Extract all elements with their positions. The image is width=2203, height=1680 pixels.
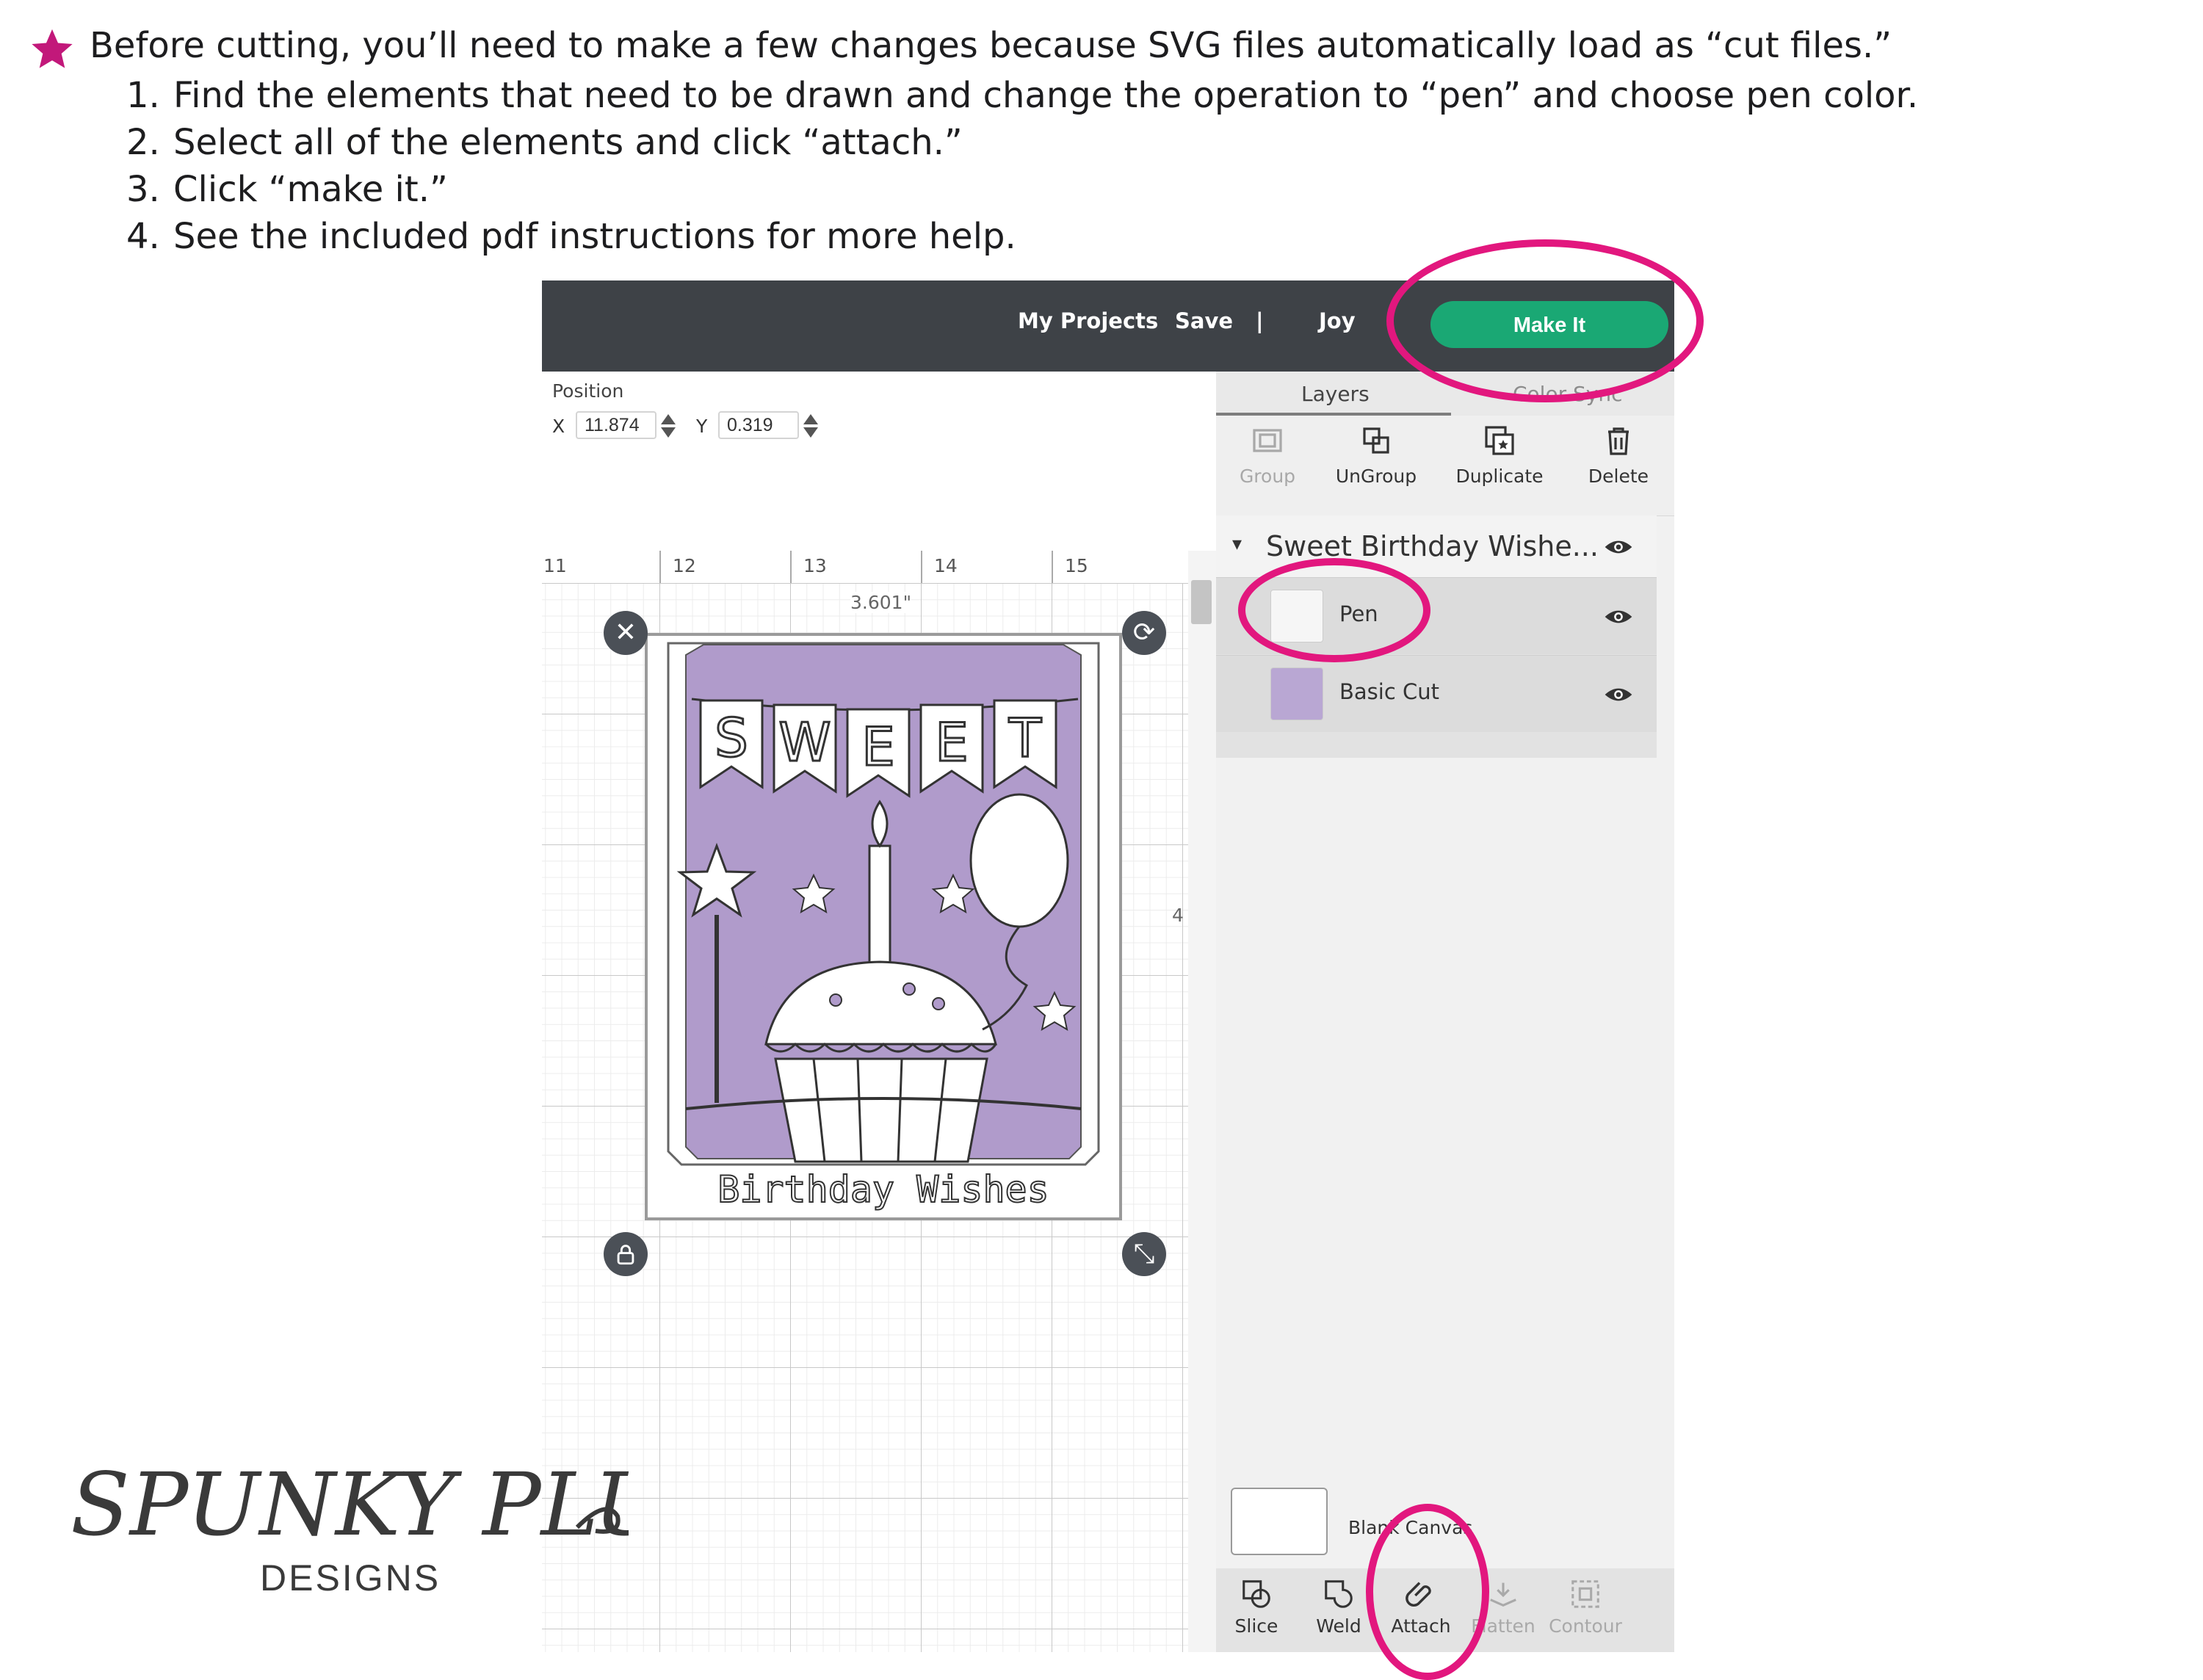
canvas-scrollbar[interactable] <box>1188 551 1216 1652</box>
ruler-major-tick <box>790 551 792 583</box>
step-text: Click “make it.” <box>173 169 448 210</box>
rotate-icon[interactable]: ⟳ <box>1122 611 1166 655</box>
ruler-major-tick <box>921 551 922 583</box>
make-it-highlight <box>1386 239 1704 402</box>
step-text: See the included pdf instructions for mo… <box>173 216 1016 257</box>
ungroup-button[interactable]: UnGroup <box>1325 423 1428 487</box>
my-projects-link[interactable]: My Projects <box>1018 308 1158 333</box>
layers-panel: Layers Color Sync Group UnGroup Duplicat… <box>1216 372 1674 1652</box>
y-stepper-icon[interactable] <box>802 413 820 439</box>
trash-icon <box>1608 427 1629 455</box>
duplicate-label: Duplicate <box>1455 466 1544 487</box>
step-number: 2. <box>126 122 160 163</box>
step-text: Find the elements that need to be drawn … <box>173 75 1919 116</box>
width-readout: 3.601" <box>850 592 912 613</box>
group-label: Group <box>1239 466 1296 487</box>
pen-layer-highlight <box>1238 558 1430 662</box>
flatten-icon <box>1490 1582 1516 1607</box>
duplicate-button[interactable]: Duplicate <box>1448 423 1551 487</box>
slice-icon <box>1242 1580 1270 1608</box>
ruler-tick-label: 13 <box>803 555 827 576</box>
delete-selection-icon[interactable]: ✕ <box>604 611 648 655</box>
group-name: Sweet Birthday Wishe... <box>1266 530 1599 562</box>
x-position-input[interactable] <box>576 411 656 439</box>
step-number: 3. <box>126 169 160 210</box>
ruler-tick-label: 15 <box>1065 555 1088 576</box>
logo-subtitle: DESIGNS <box>260 1557 441 1598</box>
canvas-pane: Position X Y 11 12 13 14 15 3.601" 4 <box>542 372 1216 1652</box>
x-stepper-icon[interactable] <box>659 413 677 439</box>
y-label: Y <box>696 416 708 437</box>
eye-icon[interactable] <box>1604 607 1633 626</box>
intro-text: Before cutting, you’ll need to make a fe… <box>90 25 1892 66</box>
step-item: 2. Select all of the elements and click “… <box>126 119 1918 166</box>
banner-letter: E <box>935 712 969 773</box>
contour-icon <box>1571 1580 1599 1608</box>
layer-thumbnail <box>1270 667 1323 720</box>
tab-layers[interactable]: Layers <box>1301 382 1370 406</box>
ruler-major-tick <box>1052 551 1053 583</box>
ruler-tick-label: 11 <box>543 555 567 576</box>
step-item: 3. Click “make it.” <box>126 166 1918 213</box>
y-position-input[interactable] <box>718 411 799 439</box>
weld-label: Weld <box>1316 1615 1361 1637</box>
delete-label: Delete <box>1588 466 1649 487</box>
eye-icon[interactable] <box>1604 685 1633 704</box>
step-item: 1. Find the elements that need to be draw… <box>126 72 1918 119</box>
height-readout: 4 <box>1172 905 1184 926</box>
x-label: X <box>552 416 565 437</box>
ruler-tick-label: 14 <box>934 555 958 576</box>
banner-letter: S <box>715 707 748 769</box>
banner-letter: W <box>778 712 831 773</box>
step-number: 4. <box>126 216 160 257</box>
resize-icon[interactable]: ⤡ <box>1122 1232 1166 1276</box>
step-number: 1. <box>126 75 160 116</box>
banner-letter: T <box>1008 707 1042 769</box>
layer-row-basic-cut[interactable]: Basic Cut <box>1216 655 1657 732</box>
group-icon <box>1253 429 1282 452</box>
logo-wordmark: SPUNKY PLUM <box>70 1454 758 1555</box>
logo-name: SPUNKY PLUM <box>70 1454 629 1555</box>
attach-highlight <box>1366 1504 1489 1680</box>
position-label: Position <box>552 380 624 402</box>
layer-name: Basic Cut <box>1339 679 1439 704</box>
slice-label: Slice <box>1234 1615 1278 1637</box>
contour-label: Contour <box>1549 1615 1622 1637</box>
slice-button[interactable]: Slice <box>1216 1577 1297 1637</box>
horizontal-ruler: 11 12 13 14 15 <box>542 551 1188 584</box>
birthday-card-design[interactable]: S W E E T Birthday Wishes <box>645 633 1122 1220</box>
step-text: Select all of the elements and click “at… <box>173 122 963 163</box>
duplicate-icon <box>1485 426 1514 455</box>
delete-button[interactable]: Delete <box>1567 423 1670 487</box>
weld-icon <box>1325 1580 1353 1608</box>
canvas-swatch[interactable] <box>1231 1488 1328 1555</box>
card-caption: Birthday Wishes <box>717 1168 1049 1211</box>
banner-letter: E <box>861 716 895 778</box>
ungroup-label: UnGroup <box>1335 466 1417 487</box>
lock-proportions-icon[interactable] <box>604 1232 648 1276</box>
layer-toolbar: Group UnGroup Duplicate Delete <box>1216 416 1674 516</box>
machine-selector[interactable]: Joy <box>1319 308 1356 333</box>
design-space-window: My Projects Save | Joy Make It Position … <box>542 280 1674 1652</box>
save-link[interactable]: Save <box>1175 308 1233 333</box>
steps-list: 1. Find the elements that need to be draw… <box>126 72 1918 260</box>
group-button[interactable]: Group <box>1216 423 1319 487</box>
chevron-down-icon[interactable]: ▾ <box>1232 533 1242 555</box>
star-bullet-icon <box>32 29 73 68</box>
topbar-divider: | <box>1256 308 1264 333</box>
ruler-tick-label: 12 <box>673 555 696 576</box>
ungroup-icon <box>1363 427 1389 454</box>
scroll-thumb[interactable] <box>1191 580 1212 624</box>
step-item: 4. See the included pdf instructions for … <box>126 213 1918 260</box>
contour-button[interactable]: Contour <box>1545 1577 1626 1637</box>
eye-icon[interactable] <box>1604 537 1633 557</box>
ruler-major-tick <box>659 551 661 583</box>
